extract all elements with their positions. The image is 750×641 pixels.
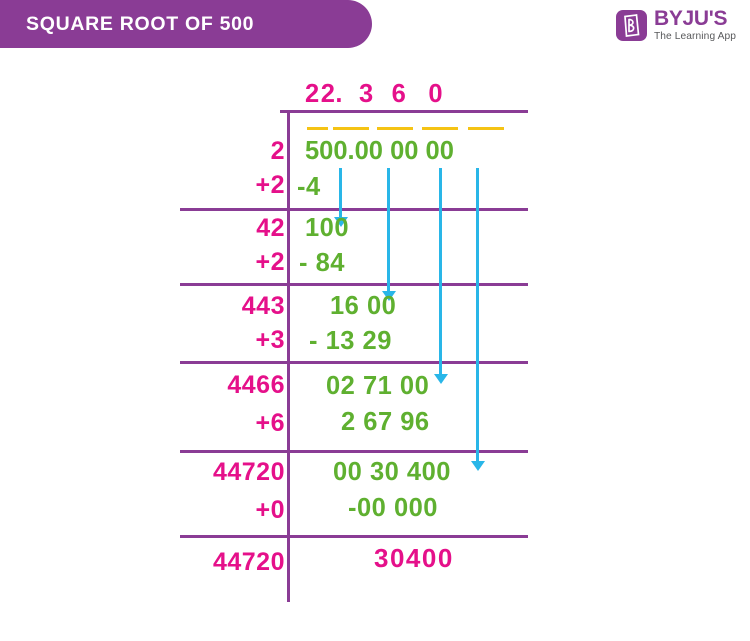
division-top-rule	[280, 110, 528, 113]
division-vertical-rule	[287, 110, 290, 602]
divisor-row-3: 443	[241, 292, 285, 320]
bring-down-arrow-1	[333, 168, 348, 227]
value-row-4: 02 71 00	[326, 372, 430, 400]
subtrahend-row-5: -00 000	[348, 494, 438, 522]
row-separator-5	[180, 535, 528, 538]
divisor-add-row-2: +2	[255, 248, 285, 276]
pair-bar-5	[468, 127, 504, 130]
divisor-row-6: 44720	[212, 548, 285, 576]
quotient-digit-2: 3	[358, 80, 374, 108]
bring-down-arrow-3	[433, 168, 448, 384]
divisor-row-4: 4466	[227, 371, 285, 399]
arrow-head-icon	[470, 461, 485, 471]
quotient-digit-4: 0	[428, 80, 444, 108]
pair-bar-2	[333, 127, 369, 130]
arrow-head-icon	[433, 374, 448, 384]
divisor-add-row-1: +2	[255, 171, 285, 199]
bring-down-arrow-2	[381, 168, 396, 301]
quotient-digit-0: 2	[305, 80, 320, 108]
subtrahend-row-1: -4	[297, 173, 321, 201]
subtrahend-row-3: - 13 29	[309, 327, 392, 355]
divisor-row-2: 42	[256, 214, 285, 242]
divisor-add-row-3: +3	[255, 326, 285, 354]
divisor-row-5: 44720	[212, 458, 285, 486]
subtrahend-row-4: 2 67 96	[341, 408, 430, 436]
divisor-row-1: 2	[270, 137, 285, 165]
quotient-digit-3: 6	[391, 80, 407, 108]
value-row-2: 100	[305, 214, 350, 242]
divisor-add-row-4: +6	[255, 409, 285, 437]
quotient-value: 22. 3 6 0	[305, 80, 443, 109]
pair-bar-4	[422, 127, 458, 130]
bring-down-arrow-4	[470, 168, 485, 471]
pair-bar-3	[377, 127, 413, 130]
value-row-5: 00 30 400	[333, 458, 451, 486]
pair-bar-1	[307, 127, 328, 130]
long-division-figure: 22. 3 6 0 2 +2 500.00 00 00 -4 42 +2 100 - …	[0, 0, 750, 641]
quotient-digit-1: 2.	[320, 80, 343, 108]
remainder-value: 30400	[374, 543, 454, 573]
value-row-3: 16 00	[330, 292, 397, 320]
dividend-value: 500.00 00 00	[305, 137, 454, 165]
divisor-add-row-5: +0	[255, 496, 285, 524]
subtrahend-row-2: - 84	[299, 249, 345, 277]
